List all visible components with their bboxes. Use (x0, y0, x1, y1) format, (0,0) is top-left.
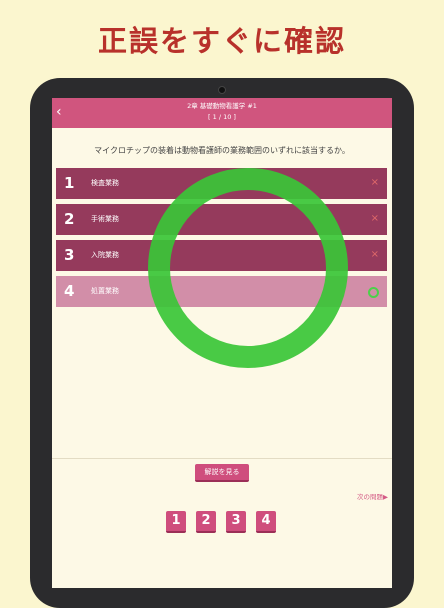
option-number: 1 (64, 174, 75, 192)
wrong-mark-icon: × (370, 249, 379, 260)
app-header: ‹ 2章 基礎動物看護学 #1 [ 1 / 10 ] (52, 98, 392, 128)
option-label: 手術業務 (91, 215, 119, 223)
option-number: 4 (64, 282, 75, 300)
correct-circle-icon (148, 168, 348, 368)
explanation-button[interactable]: 解説を見る (195, 464, 249, 482)
jump-button-3[interactable]: 3 (226, 511, 246, 533)
option-label: 検査業務 (91, 179, 119, 187)
headline: 正誤をすぐに確認 (97, 24, 346, 58)
app-screen: ‹ 2章 基礎動物看護学 #1 [ 1 / 10 ] マイクロチップの装着は動物… (52, 98, 392, 588)
next-question-link[interactable]: 次の問題▶ (357, 491, 388, 501)
wrong-mark-icon: × (370, 177, 379, 188)
correct-mark-icon (368, 287, 379, 298)
jump-button-4[interactable]: 4 (256, 511, 276, 533)
divider (52, 458, 392, 459)
option-label: 処置業務 (91, 287, 119, 295)
option-number: 3 (64, 246, 75, 264)
option-label: 入院業務 (91, 251, 119, 259)
jump-button-1[interactable]: 1 (166, 511, 186, 533)
camera-dot (218, 86, 226, 94)
tablet-frame: ‹ 2章 基礎動物看護学 #1 [ 1 / 10 ] マイクロチップの装着は動物… (30, 78, 414, 608)
wrong-mark-icon: × (370, 213, 379, 224)
option-number: 2 (64, 210, 75, 228)
app-title: 2章 基礎動物看護学 #1 (187, 102, 257, 110)
jump-button-2[interactable]: 2 (196, 511, 216, 533)
question-text: マイクロチップの装着は動物看護師の業務範囲のいずれに該当するか。 (94, 146, 350, 155)
question-counter: [ 1 / 10 ] (208, 113, 236, 121)
